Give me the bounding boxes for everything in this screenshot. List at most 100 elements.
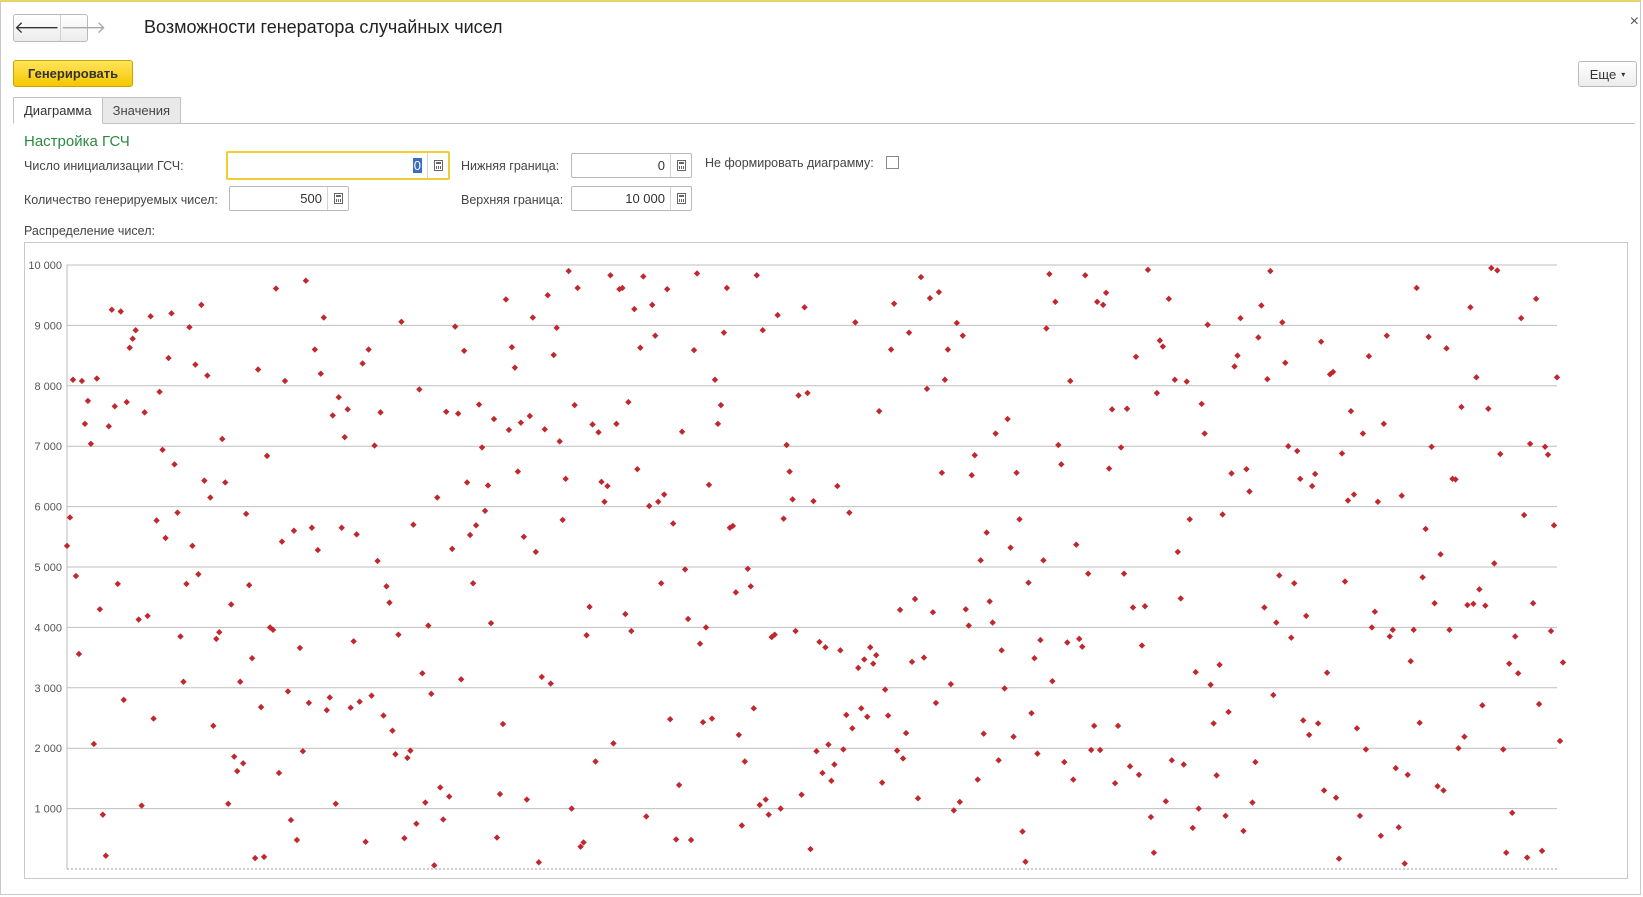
generate-button[interactable]: Генерировать [13,60,133,87]
data-point [75,650,83,658]
data-point [1356,812,1364,820]
data-point [711,376,719,383]
data-point [1425,333,1432,341]
calculator-icon[interactable] [670,187,691,210]
data-point [338,524,345,531]
y-tick-label: 7 000 [34,441,62,453]
data-point [463,479,471,486]
data-point [1168,757,1176,764]
data-point [693,270,701,277]
data-point [1213,772,1220,779]
data-point [323,706,330,714]
data-point [490,415,498,423]
data-point [956,798,964,806]
count-value: 500 [300,191,322,206]
tab-values[interactable]: Значения [101,97,182,124]
data-point [807,845,814,853]
count-input[interactable]: 500 [229,186,349,211]
calculator-icon[interactable] [427,153,448,178]
data-point [837,647,844,654]
data-point [792,627,799,635]
data-point [257,703,265,711]
data-point [762,796,769,803]
data-point [1114,722,1122,730]
data-point [368,692,375,699]
data-point [284,688,292,695]
data-point [228,601,235,608]
data-point [861,656,868,663]
data-point [1010,733,1017,740]
data-point [99,811,107,818]
data-point [538,673,545,681]
data-point [1553,374,1561,381]
data-point [1156,337,1164,344]
arrow-left-icon[interactable]: 🡐 [14,15,60,41]
data-point [678,428,686,435]
data-point [272,285,280,292]
tab-diagram[interactable]: Диаграмма [13,97,103,124]
data-point [1183,378,1190,385]
data-point [419,670,426,677]
data-point [1323,669,1331,676]
data-point [684,615,692,623]
data-point [1413,284,1420,292]
tab-bar: Диаграмма Значения [13,97,182,124]
data-point [520,533,528,540]
data-point [669,520,677,527]
data-point [159,446,166,454]
data-point [81,420,89,428]
calculator-icon[interactable] [327,187,348,210]
upper-bound-input[interactable]: 10 000 [571,186,692,211]
data-point [917,273,925,281]
data-point [1174,548,1181,556]
data-point [526,412,534,420]
data-point [756,801,763,809]
data-point [389,727,396,734]
data-point [356,698,363,705]
data-point [1431,600,1438,607]
data-point [825,741,832,748]
data-point [1344,497,1352,504]
data-point [708,715,716,722]
y-tick-label: 4 000 [34,622,62,634]
data-point [574,284,581,292]
data-point [1192,668,1199,676]
data-point [1061,758,1068,766]
data-point [96,606,104,613]
seed-input[interactable]: 0 [226,151,450,180]
data-point [992,430,999,437]
data-point [1090,722,1098,730]
data-point [1207,681,1214,688]
data-point [1004,415,1011,423]
data-point [171,461,178,468]
more-button[interactable]: Еще ▾ [1578,61,1637,87]
data-point [117,308,124,315]
data-point [1165,295,1173,303]
data-point [1034,750,1041,757]
close-icon[interactable]: × [1630,14,1639,30]
data-point [849,725,856,732]
data-point [69,376,77,383]
data-point [1419,574,1426,581]
data-point [108,306,115,313]
data-point [1249,799,1256,806]
data-point [1365,353,1373,360]
calculator-icon[interactable] [670,154,691,177]
data-point [1252,758,1259,766]
no-chart-checkbox[interactable] [886,156,899,169]
data-point [1294,447,1301,455]
data-point [1476,586,1483,593]
data-point [362,838,369,846]
data-point [475,401,483,408]
data-point [236,678,244,685]
data-point [598,478,605,486]
data-point [1437,551,1444,558]
lower-bound-input[interactable]: 0 [571,153,692,178]
data-point [213,635,220,643]
data-point [666,716,674,723]
data-point [245,581,253,589]
data-point [568,805,575,812]
data-point [983,529,990,536]
data-point [1335,855,1343,862]
arrow-right-icon[interactable]: 🡒 [59,15,106,41]
